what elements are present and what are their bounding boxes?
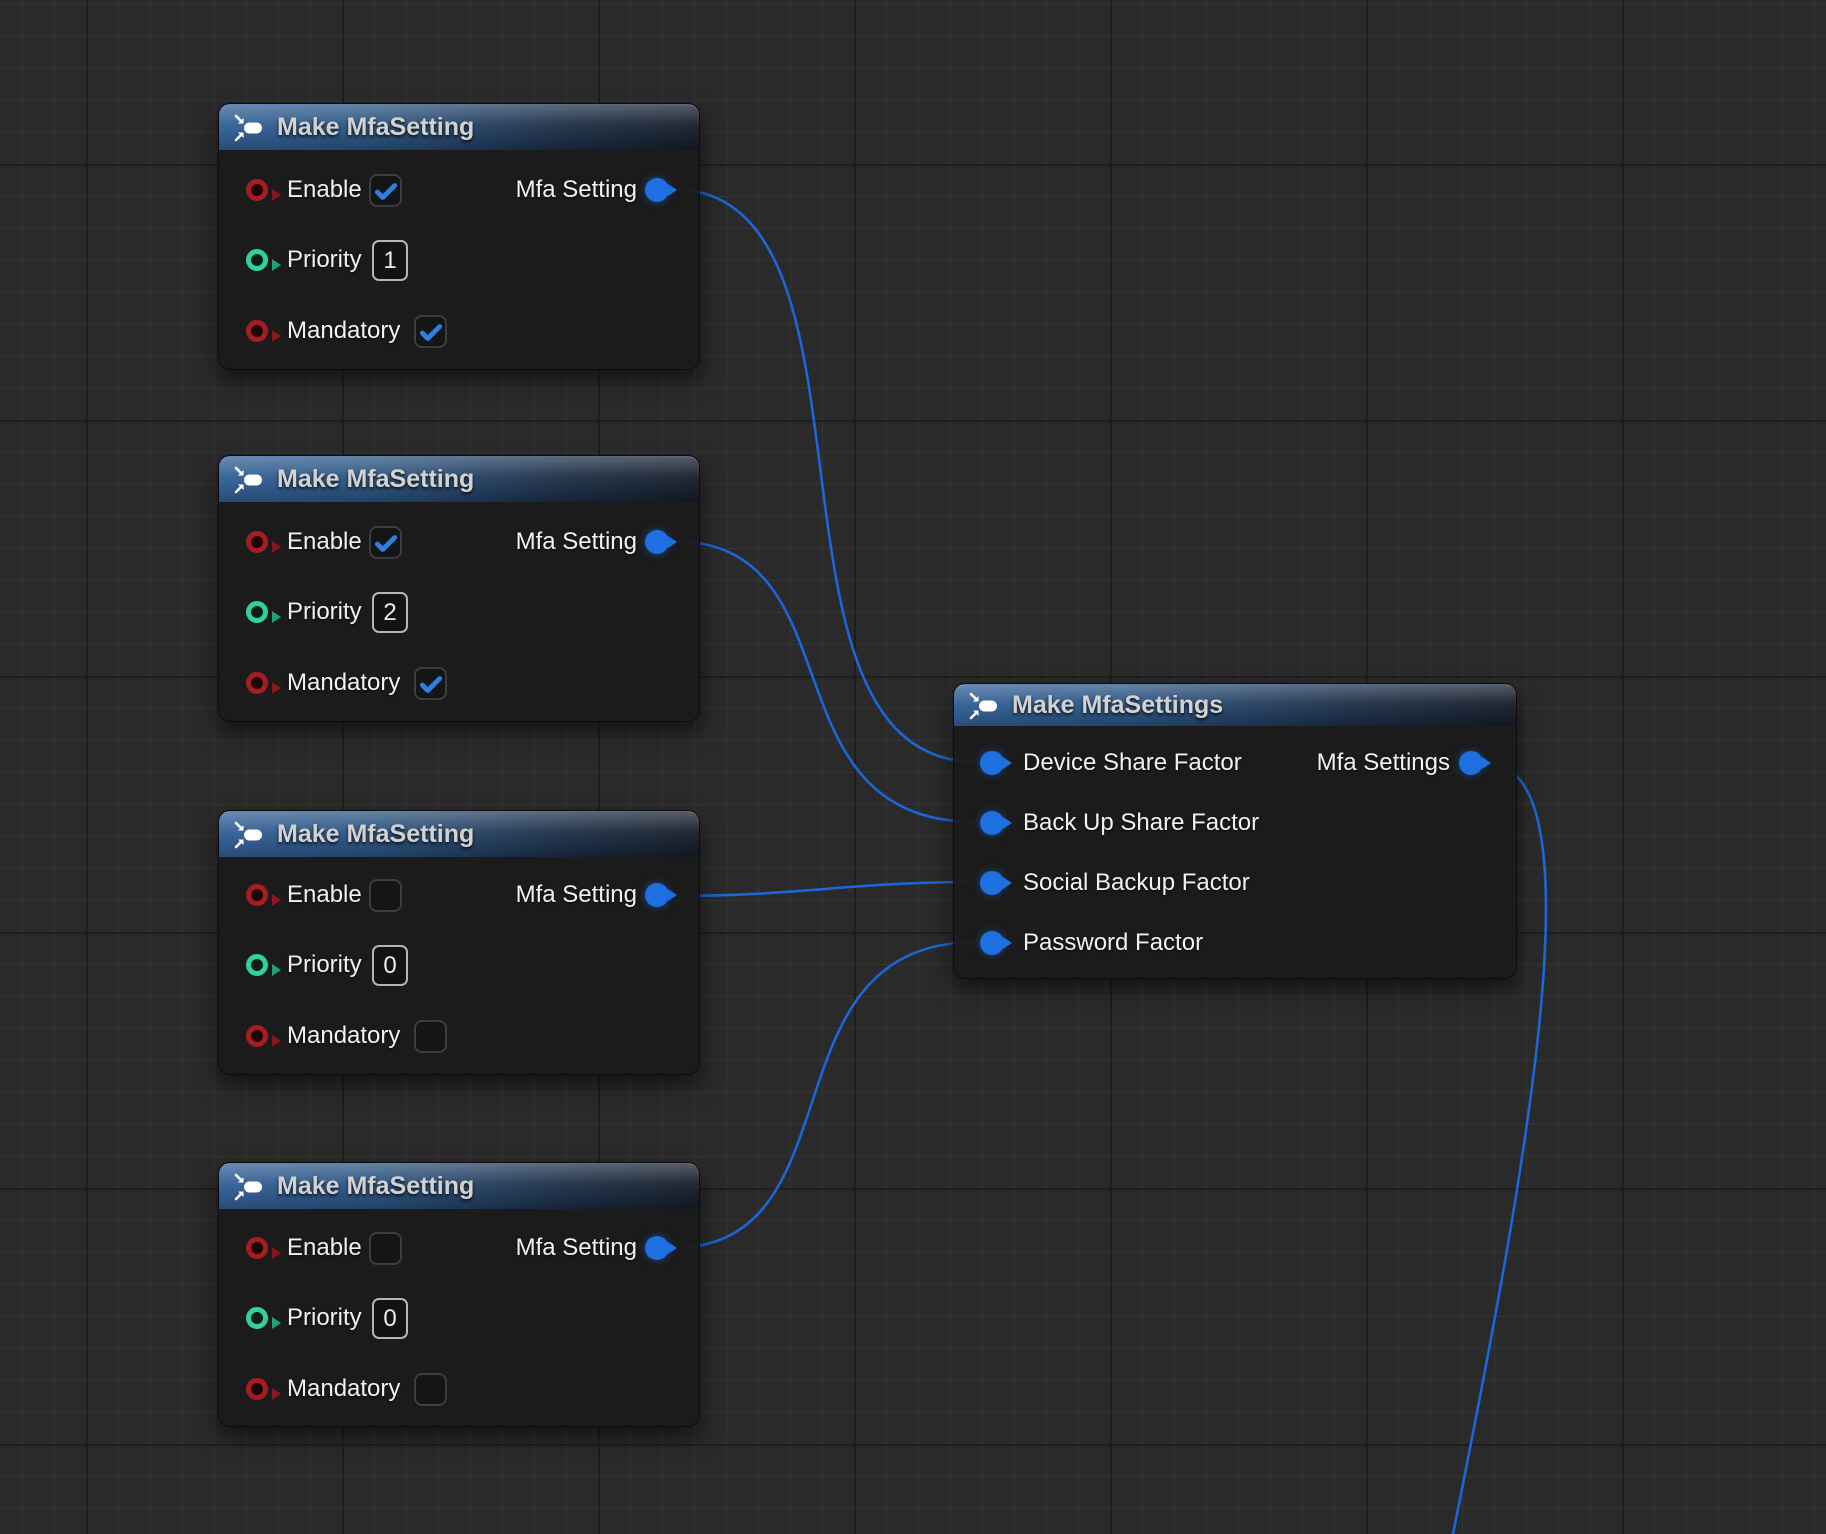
wire-setting3-to-social-backup-factor[interactable] <box>672 882 977 896</box>
pin-enable[interactable] <box>246 531 268 553</box>
pin-enable-label: Enable <box>287 880 362 910</box>
node-title: Make MfaSetting <box>277 113 474 142</box>
pin-priority[interactable] <box>246 1307 268 1329</box>
pin-mfa-setting-out[interactable] <box>645 883 669 907</box>
pin-device-share-factor[interactable] <box>980 751 1004 775</box>
pin-back-up-share-factor-label: Back Up Share Factor <box>1023 808 1259 838</box>
node-header[interactable]: Make MfaSetting <box>219 811 699 857</box>
pin-enable[interactable] <box>246 179 268 201</box>
node-make-mfasetting-1[interactable]: Make MfaSetting Enable Mfa Setting Prior… <box>218 103 700 370</box>
enable-checkbox[interactable] <box>369 1232 402 1265</box>
pin-mandatory-label: Mandatory <box>287 316 400 346</box>
wire-setting1-to-device-share-factor[interactable] <box>672 189 977 762</box>
pin-enable[interactable] <box>246 884 268 906</box>
pin-device-share-factor-label: Device Share Factor <box>1023 748 1242 778</box>
node-make-mfasetting-2[interactable]: Make MfaSetting Enable Mfa Setting Prior… <box>218 455 700 722</box>
pin-mandatory-label: Mandatory <box>287 668 400 698</box>
pin-mfa-setting-out-label: Mfa Setting <box>516 527 637 557</box>
priority-input[interactable]: 2 <box>372 592 408 633</box>
pin-mfa-setting-out[interactable] <box>645 1236 669 1260</box>
pin-priority-label: Priority <box>287 950 362 980</box>
priority-input[interactable]: 1 <box>372 240 408 281</box>
pin-mfa-settings-out[interactable] <box>1459 751 1483 775</box>
node-make-mfasetting-3[interactable]: Make MfaSetting Enable Mfa Setting Prior… <box>218 810 700 1075</box>
pin-mandatory[interactable] <box>246 1378 268 1400</box>
node-title: Make MfaSetting <box>277 465 474 494</box>
node-header[interactable]: Make MfaSettings <box>954 684 1516 726</box>
mandatory-checkbox[interactable] <box>414 1020 447 1053</box>
node-header[interactable]: Make MfaSetting <box>219 1163 699 1209</box>
wire-setting2-to-backup-share-factor[interactable] <box>672 541 977 822</box>
pin-priority-label: Priority <box>287 245 362 275</box>
node-title: Make MfaSettings <box>1012 691 1223 720</box>
make-struct-icon <box>968 691 1000 721</box>
pin-back-up-share-factor[interactable] <box>980 811 1004 835</box>
pin-mandatory-label: Mandatory <box>287 1021 400 1051</box>
enable-checkbox[interactable] <box>369 526 402 559</box>
pin-mandatory-label: Mandatory <box>287 1374 400 1404</box>
make-struct-icon <box>233 1172 265 1202</box>
pin-social-backup-factor[interactable] <box>980 871 1004 895</box>
node-header[interactable]: Make MfaSetting <box>219 456 699 502</box>
pin-mandatory[interactable] <box>246 672 268 694</box>
mandatory-checkbox[interactable] <box>414 1373 447 1406</box>
pin-enable-label: Enable <box>287 175 362 205</box>
node-make-mfasetting-4[interactable]: Make MfaSetting Enable Mfa Setting Prior… <box>218 1162 700 1427</box>
wire-setting4-to-password-factor[interactable] <box>672 942 977 1248</box>
node-title: Make MfaSetting <box>277 1172 474 1201</box>
pin-mandatory[interactable] <box>246 320 268 342</box>
pin-enable-label: Enable <box>287 527 362 557</box>
node-header[interactable]: Make MfaSetting <box>219 104 699 150</box>
node-make-mfasettings[interactable]: Make MfaSettings Device Share Factor Bac… <box>953 683 1517 979</box>
priority-input[interactable]: 0 <box>372 1298 408 1339</box>
pin-mfa-setting-out-label: Mfa Setting <box>516 175 637 205</box>
enable-checkbox[interactable] <box>369 174 402 207</box>
pin-enable[interactable] <box>246 1237 268 1259</box>
pin-enable-label: Enable <box>287 1233 362 1263</box>
pin-mfa-settings-out-label: Mfa Settings <box>1317 748 1450 778</box>
enable-checkbox[interactable] <box>369 879 402 912</box>
pin-priority[interactable] <box>246 601 268 623</box>
pin-mfa-setting-out[interactable] <box>645 530 669 554</box>
mandatory-checkbox[interactable] <box>414 315 447 348</box>
pin-mfa-setting-out[interactable] <box>645 178 669 202</box>
pin-mfa-setting-out-label: Mfa Setting <box>516 1233 637 1263</box>
pin-mfa-setting-out-label: Mfa Setting <box>516 880 637 910</box>
pin-priority[interactable] <box>246 954 268 976</box>
make-struct-icon <box>233 820 265 850</box>
pin-social-backup-factor-label: Social Backup Factor <box>1023 868 1250 898</box>
pin-password-factor-label: Password Factor <box>1023 928 1203 958</box>
pin-password-factor[interactable] <box>980 931 1004 955</box>
priority-input[interactable]: 0 <box>372 945 408 986</box>
pin-priority-label: Priority <box>287 1303 362 1333</box>
mandatory-checkbox[interactable] <box>414 667 447 700</box>
pin-mandatory[interactable] <box>246 1025 268 1047</box>
pin-priority[interactable] <box>246 249 268 271</box>
node-title: Make MfaSetting <box>277 820 474 849</box>
make-struct-icon <box>233 465 265 495</box>
make-struct-icon <box>233 113 265 143</box>
pin-priority-label: Priority <box>287 597 362 627</box>
blueprint-graph-canvas[interactable]: { "colors":{ "background":"#2a2a2a", "wi… <box>0 0 1826 1534</box>
